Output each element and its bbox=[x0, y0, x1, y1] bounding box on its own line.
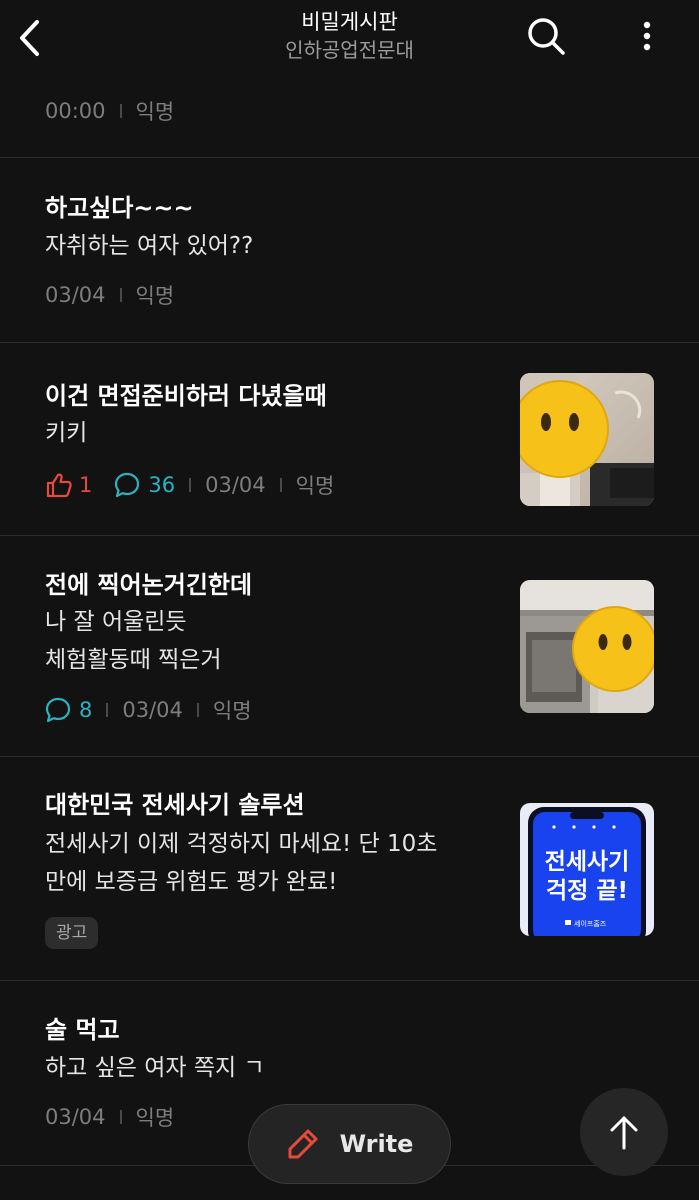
search-button[interactable] bbox=[524, 16, 568, 56]
search-icon bbox=[528, 18, 565, 55]
comment-count: 36 bbox=[148, 473, 176, 497]
post-item[interactable]: 하고싶다~~~ 자취하는 여자 있어?? 03/04 익명 bbox=[0, 158, 699, 343]
post-author: 익명 bbox=[295, 474, 335, 498]
photo-thumbnail bbox=[520, 580, 654, 713]
app-header: 비밀게시판 인하공업전문대 bbox=[0, 0, 699, 82]
post-thumbnail[interactable] bbox=[520, 373, 654, 506]
thumbs-up-icon bbox=[46, 473, 72, 498]
ad-image-headline: 걱정 끝! bbox=[546, 878, 628, 904]
comment-bubble-icon bbox=[115, 472, 140, 498]
board-title: 비밀게시판 bbox=[301, 10, 398, 34]
like-count: 1 bbox=[79, 473, 93, 497]
pencil-icon bbox=[288, 1129, 318, 1159]
ad-post-item[interactable]: 대한민국 전세사기 솔루션 전세사기 이제 걱정하지 마세요! 단 10초 만에… bbox=[0, 757, 699, 981]
school-name: 인하공업전문대 bbox=[285, 38, 414, 62]
back-button[interactable] bbox=[10, 14, 50, 62]
more-vertical-icon bbox=[643, 21, 651, 51]
post-meta: 1 36 03/04 익명 bbox=[45, 470, 334, 500]
post-item[interactable]: 이건 면접준비하러 다녔을때 키키 1 36 03/04 익명 bbox=[0, 343, 699, 536]
like-stat: 1 bbox=[45, 472, 92, 498]
write-button-label: Write bbox=[339, 1130, 414, 1158]
post-title: 하고싶다~~~ bbox=[45, 194, 194, 222]
meta-divider bbox=[196, 703, 199, 717]
chevron-left-icon bbox=[20, 20, 39, 56]
post-item[interactable]: 전에 찍어논거긴한데 나 잘 어울린듯 체험활동때 찍은거 8 03/04 익명 bbox=[0, 536, 699, 757]
photo-thumbnail bbox=[520, 373, 654, 506]
post-title: 대한민국 전세사기 솔루션 bbox=[45, 791, 305, 819]
post-thumbnail[interactable] bbox=[520, 580, 654, 713]
post-body-line: 나 잘 어울린듯 bbox=[45, 609, 187, 635]
post-body-line: 만에 보증금 위험도 평가 완료! bbox=[45, 869, 338, 895]
post-date: 03/04 bbox=[205, 473, 266, 497]
post-meta: 00:00 익명 bbox=[45, 96, 174, 126]
ad-image: 전세사기 걱정 끝! 세이프홈즈 bbox=[520, 803, 654, 936]
meta-divider bbox=[119, 104, 122, 118]
post-title: 전에 찍어논거긴한데 bbox=[45, 571, 253, 599]
post-item[interactable]: 00:00 익명 bbox=[0, 82, 699, 158]
meta-divider bbox=[189, 478, 192, 492]
comment-count: 8 bbox=[79, 698, 93, 722]
ad-badge: 광고 bbox=[45, 917, 99, 949]
more-options-button[interactable] bbox=[630, 16, 664, 56]
post-body: 하고 싶은 여자 쪽지 ㄱ bbox=[45, 1055, 265, 1081]
post-author: 익명 bbox=[135, 284, 175, 308]
ad-image-brand: 세이프홈즈 bbox=[574, 919, 607, 928]
post-author: 익명 bbox=[135, 100, 175, 124]
post-meta: 8 03/04 익명 bbox=[45, 695, 252, 725]
post-date: 03/04 bbox=[45, 1105, 106, 1129]
post-body: 자취하는 여자 있어?? bbox=[45, 233, 254, 259]
meta-divider bbox=[119, 1110, 122, 1124]
meta-divider bbox=[119, 288, 122, 302]
post-date: 03/04 bbox=[122, 698, 183, 722]
comment-bubble-icon bbox=[45, 697, 71, 723]
post-meta: 03/04 익명 bbox=[45, 1102, 174, 1132]
post-date: 03/04 bbox=[45, 283, 106, 307]
ad-thumbnail[interactable]: 전세사기 걱정 끝! 세이프홈즈 bbox=[520, 803, 654, 936]
post-title: 이건 면접준비하러 다녔을때 bbox=[45, 382, 327, 410]
meta-divider bbox=[279, 478, 282, 492]
post-time: 00:00 bbox=[45, 99, 106, 123]
post-author: 익명 bbox=[212, 699, 252, 723]
post-title: 술 먹고 bbox=[45, 1016, 120, 1044]
comment-stat: 8 bbox=[45, 697, 92, 723]
write-button[interactable]: Write bbox=[248, 1104, 451, 1184]
emoji-face-icon bbox=[572, 606, 654, 692]
post-author: 익명 bbox=[135, 1106, 175, 1130]
post-body-line: 체험활동때 찍은거 bbox=[45, 647, 222, 673]
meta-divider bbox=[106, 703, 109, 717]
emoji-face-icon bbox=[520, 380, 609, 478]
header-titles: 비밀게시판 인하공업전문대 bbox=[200, 8, 499, 64]
ad-image-headline: 전세사기 bbox=[545, 849, 630, 875]
post-body: 키키 bbox=[45, 420, 88, 446]
post-body-line: 전세사기 이제 걱정하지 마세요! 단 10초 bbox=[45, 831, 438, 857]
scroll-to-top-button[interactable] bbox=[580, 1088, 668, 1176]
arrow-up-icon bbox=[610, 1116, 638, 1150]
post-meta: 03/04 익명 bbox=[45, 280, 174, 310]
comment-stat: 36 bbox=[114, 472, 175, 498]
